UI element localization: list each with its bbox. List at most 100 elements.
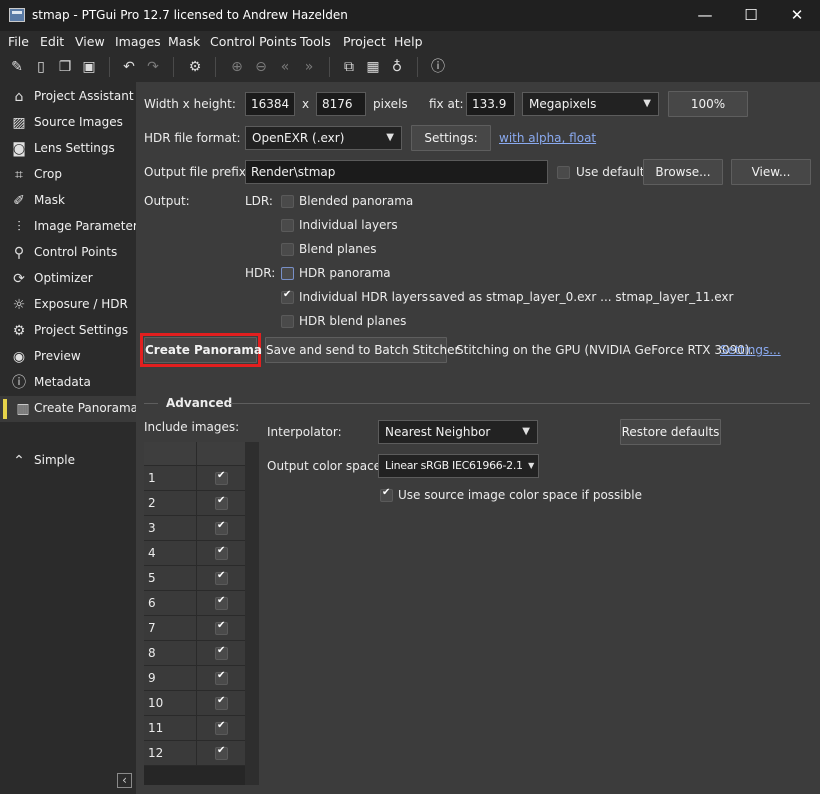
sidebar-item-label: Lens Settings [34, 141, 115, 155]
menu-mask[interactable]: Mask [168, 34, 200, 49]
height-input[interactable]: 8176 [316, 92, 366, 116]
table-scrollbar[interactable] [245, 442, 259, 785]
table-icon[interactable]: ▦ [364, 58, 382, 76]
fix-at-unit-select[interactable]: Megapixels ▼ [522, 92, 659, 116]
menu-file[interactable]: File [8, 34, 29, 49]
menu-edit[interactable]: Edit [40, 34, 64, 49]
width-input[interactable]: 16384 [245, 92, 295, 116]
sidebar-item-project-settings[interactable]: ⚙ Project Settings [0, 318, 136, 344]
include-image-checkbox[interactable] [215, 520, 228, 535]
menu-images[interactable]: Images [115, 34, 161, 49]
include-image-checkbox[interactable] [215, 745, 228, 760]
table-row[interactable]: 1 [144, 466, 245, 491]
sidebar-item-crop[interactable]: ⌗ Crop [0, 162, 136, 188]
include-image-checkbox[interactable] [215, 620, 228, 635]
new-doc-icon[interactable]: ▯ [32, 58, 50, 76]
table-row[interactable]: 12 [144, 741, 245, 766]
use-source-color-space-checkbox[interactable] [380, 487, 393, 502]
restore-defaults-button[interactable]: Restore defaults [620, 419, 721, 445]
sidebar-item-lens-settings[interactable]: ◙ Lens Settings [0, 136, 136, 162]
table-row[interactable]: 9 [144, 666, 245, 691]
edit-icon[interactable]: ✎ [8, 58, 26, 76]
sidebar-item-exposure-hdr[interactable]: ☼ Exposure / HDR [0, 292, 136, 318]
table-row[interactable]: 11 [144, 716, 245, 741]
include-image-checkbox[interactable] [215, 695, 228, 710]
sidebar-item-mask[interactable]: ✐ Mask [0, 188, 136, 214]
table-cell-divider [196, 741, 197, 766]
maximize-button[interactable]: ☐ [728, 0, 774, 31]
zoom-in-icon[interactable]: ⊕ [228, 58, 246, 76]
individual-hdr-layers-checkbox[interactable] [281, 289, 294, 304]
menu-view[interactable]: View [75, 34, 105, 49]
zoom-out-icon[interactable]: ⊖ [252, 58, 270, 76]
table-row[interactable]: 6 [144, 591, 245, 616]
table-row[interactable]: 2 [144, 491, 245, 516]
use-default-checkbox[interactable] [557, 166, 570, 179]
menu-control-points[interactable]: Control Points [210, 34, 297, 49]
sidebar-item-source-images[interactable]: ▨ Source Images [0, 110, 136, 136]
help-icon[interactable]: ⓘ [429, 58, 447, 76]
percent-100-button[interactable]: 100% [668, 91, 748, 117]
include-image-checkbox[interactable] [215, 570, 228, 585]
fit-left-icon[interactable]: « [276, 58, 294, 76]
include-image-checkbox[interactable] [215, 495, 228, 510]
table-row[interactable]: 3 [144, 516, 245, 541]
sidebar: ⌂ Project Assistant ▨ Source Images ◙ Le… [0, 82, 144, 794]
collapse-sidebar-button[interactable]: ‹ [117, 773, 132, 788]
table-cell-divider [196, 466, 197, 491]
individual-layers-checkbox[interactable] [281, 219, 294, 232]
hdr-settings-button[interactable]: Settings: [411, 125, 491, 151]
blended-panorama-checkbox[interactable] [281, 195, 294, 208]
control-points-icon: ⚲ [13, 245, 25, 261]
fix-at-input[interactable]: 133.9 [466, 92, 515, 116]
copy-doc-icon[interactable]: ❐ [56, 58, 74, 76]
browse-button[interactable]: Browse... [643, 159, 723, 185]
include-image-checkbox[interactable] [215, 470, 228, 485]
menu-tools[interactable]: Tools [300, 34, 331, 49]
table-cell-divider [196, 716, 197, 741]
redo-icon[interactable]: ↷ [144, 58, 162, 76]
hdr-blend-planes-checkbox[interactable] [281, 315, 294, 328]
sidebar-item-metadata[interactable]: ⓘ Metadata [0, 370, 136, 396]
sidebar-item-optimizer[interactable]: ⟳ Optimizer [0, 266, 136, 292]
sidebar-item-preview[interactable]: ◉ Preview [0, 344, 136, 370]
include-image-checkbox[interactable] [215, 545, 228, 560]
simple-mode-toggle[interactable]: ⌃ Simple [0, 448, 136, 474]
color-space-select[interactable]: Linear sRGB IEC61966-2.1 ▼ [378, 454, 539, 478]
view-button[interactable]: View... [731, 159, 811, 185]
gpu-settings-link[interactable]: Settings... [720, 343, 781, 357]
include-image-checkbox[interactable] [215, 720, 228, 735]
table-row[interactable]: 4 [144, 541, 245, 566]
hdr-format-select[interactable]: OpenEXR (.exr) ▼ [245, 126, 402, 150]
menu-project[interactable]: Project [343, 34, 386, 49]
menu-help[interactable]: Help [394, 34, 423, 49]
blend-planes-checkbox[interactable] [281, 243, 294, 256]
output-prefix-input[interactable]: Render\stmap [245, 160, 548, 184]
fit-right-icon[interactable]: » [300, 58, 318, 76]
include-image-checkbox[interactable] [215, 595, 228, 610]
table-row[interactable]: 7 [144, 616, 245, 641]
sidebar-item-control-points[interactable]: ⚲ Control Points [0, 240, 136, 266]
undo-icon[interactable]: ↶ [120, 58, 138, 76]
settings-gear-icon[interactable]: ⚙ [186, 58, 204, 76]
include-image-checkbox[interactable] [215, 670, 228, 685]
panorama-editor-icon[interactable]: ⧉ [340, 58, 358, 76]
table-row[interactable]: 8 [144, 641, 245, 666]
include-image-checkbox[interactable] [215, 645, 228, 660]
minimize-button[interactable]: — [682, 0, 728, 31]
interpolator-select[interactable]: Nearest Neighbor ▼ [378, 420, 538, 444]
hdr-options-link[interactable]: with alpha, float [499, 131, 596, 145]
sidebar-item-create-panorama[interactable]: ▥ Create Panorama [0, 396, 138, 422]
hdr-panorama-checkbox[interactable] [281, 267, 294, 280]
save-icon[interactable]: ▣ [80, 58, 98, 76]
create-panorama-button[interactable]: Create Panorama [144, 337, 262, 363]
sidebar-item-project-assistant[interactable]: ⌂ Project Assistant [0, 84, 136, 110]
close-button[interactable]: ✕ [774, 0, 820, 31]
table-row[interactable]: 5 [144, 566, 245, 591]
batch-stitcher-button[interactable]: Save and send to Batch Stitcher [265, 337, 459, 363]
sidebar-item-image-parameters[interactable]: ⫶ Image Parameters [0, 214, 144, 240]
table-header-divider [196, 442, 197, 466]
table-row[interactable]: 10 [144, 691, 245, 716]
image-number: 1 [148, 471, 156, 485]
light-bulb-icon[interactable]: ♁ [388, 58, 406, 76]
